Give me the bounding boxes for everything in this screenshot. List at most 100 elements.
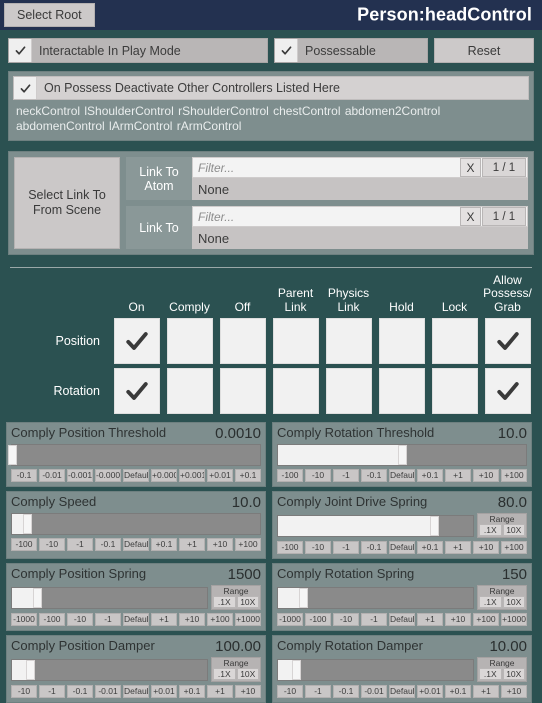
step-button-10[interactable]: -10 bbox=[277, 685, 303, 698]
step-button-10[interactable]: -10 bbox=[305, 469, 331, 482]
cell-position-comply[interactable] bbox=[166, 318, 213, 364]
step-button-01[interactable]: +0.1 bbox=[179, 685, 205, 698]
step-button-default[interactable]: Default bbox=[123, 685, 149, 698]
step-button-100[interactable]: +100 bbox=[501, 469, 527, 482]
slider-track[interactable] bbox=[277, 586, 474, 609]
slider-track[interactable] bbox=[277, 444, 527, 466]
step-button-1[interactable]: +1 bbox=[445, 469, 471, 482]
step-button-1[interactable]: -1 bbox=[39, 685, 65, 698]
slider-handle[interactable] bbox=[430, 515, 439, 536]
cell-rotation-off[interactable] bbox=[219, 368, 266, 414]
step-button-100[interactable]: -100 bbox=[305, 613, 331, 626]
slider-track[interactable] bbox=[277, 658, 474, 681]
step-button-001[interactable]: +0.01 bbox=[207, 469, 233, 482]
range-button-10x[interactable]: 10X bbox=[236, 596, 259, 608]
step-button-100[interactable]: -100 bbox=[11, 538, 37, 551]
step-button-1[interactable]: -1 bbox=[333, 541, 359, 554]
step-button-default[interactable]: Default bbox=[389, 541, 415, 554]
link-to-atom-filter-box[interactable]: X 1 / 1 bbox=[192, 157, 528, 178]
step-button-01[interactable]: -0.1 bbox=[67, 685, 93, 698]
step-button-1[interactable]: +1 bbox=[417, 613, 443, 626]
step-button-00001[interactable]: +0.0001 bbox=[151, 469, 177, 482]
step-button-0001[interactable]: -0.001 bbox=[67, 469, 93, 482]
select-link-to-from-scene-button[interactable]: Select Link To From Scene bbox=[14, 157, 120, 249]
step-button-01[interactable]: +0.1 bbox=[417, 541, 443, 554]
checkbox-on-possess-deactivate[interactable] bbox=[14, 77, 37, 99]
link-to-atom-page-indicator[interactable]: 1 / 1 bbox=[482, 158, 526, 177]
step-button-1[interactable]: -1 bbox=[67, 538, 93, 551]
step-button-default[interactable]: Default bbox=[123, 613, 149, 626]
range-button-1x[interactable]: .1X bbox=[479, 524, 502, 536]
slider-handle[interactable] bbox=[25, 659, 35, 680]
slider-value[interactable]: 1500 bbox=[228, 567, 261, 582]
link-to-atom-value[interactable]: None bbox=[192, 178, 528, 200]
step-button-10[interactable]: -10 bbox=[305, 541, 331, 554]
step-button-01[interactable]: +0.1 bbox=[417, 469, 443, 482]
step-button-default[interactable]: Default bbox=[389, 685, 415, 698]
step-button-1[interactable]: +1 bbox=[473, 685, 499, 698]
step-button-default[interactable]: Default bbox=[389, 469, 415, 482]
slider-handle[interactable] bbox=[291, 659, 301, 680]
step-button-01[interactable]: -0.1 bbox=[333, 685, 359, 698]
step-button-00001[interactable]: -0.0001 bbox=[95, 469, 121, 482]
step-button-default[interactable]: Default bbox=[123, 538, 149, 551]
range-button-10x[interactable]: 10X bbox=[502, 668, 525, 680]
interactable-in-play-mode-toggle[interactable]: Interactable In Play Mode bbox=[8, 38, 268, 63]
step-button-100[interactable]: +100 bbox=[207, 613, 233, 626]
step-button-1000[interactable]: +1000 bbox=[235, 613, 261, 626]
on-possess-deactivate-toggle[interactable]: On Possess Deactivate Other Controllers … bbox=[13, 76, 529, 100]
cell-rotation-allow-possess-grab[interactable] bbox=[484, 368, 531, 414]
cell-position-parent-link[interactable] bbox=[272, 318, 319, 364]
range-button-1x[interactable]: .1X bbox=[213, 668, 236, 680]
slider-value[interactable]: 10.0 bbox=[498, 426, 527, 441]
slider-handle[interactable] bbox=[8, 445, 17, 465]
cell-position-physics-link[interactable] bbox=[325, 318, 372, 364]
step-button-01[interactable]: -0.1 bbox=[361, 469, 387, 482]
cell-rotation-physics-link[interactable] bbox=[325, 368, 372, 414]
step-button-01[interactable]: +0.1 bbox=[235, 469, 261, 482]
cell-rotation-lock[interactable] bbox=[431, 368, 478, 414]
step-button-001[interactable]: -0.01 bbox=[361, 685, 387, 698]
step-button-01[interactable]: -0.1 bbox=[361, 541, 387, 554]
slider-track[interactable] bbox=[11, 586, 208, 609]
step-button-10[interactable]: +10 bbox=[473, 469, 499, 482]
slider-handle[interactable] bbox=[299, 587, 309, 608]
range-button-10x[interactable]: 10X bbox=[502, 524, 525, 536]
cell-rotation-hold[interactable] bbox=[378, 368, 425, 414]
step-button-1[interactable]: -1 bbox=[95, 613, 121, 626]
step-button-1000[interactable]: +1000 bbox=[501, 613, 527, 626]
possessable-toggle[interactable]: Possessable bbox=[274, 38, 428, 63]
step-button-10[interactable]: +10 bbox=[179, 613, 205, 626]
step-button-1[interactable]: -1 bbox=[305, 685, 331, 698]
cell-position-hold[interactable] bbox=[378, 318, 425, 364]
step-button-default[interactable]: Default bbox=[389, 613, 415, 626]
step-button-1[interactable]: +1 bbox=[445, 541, 471, 554]
step-button-001[interactable]: +0.01 bbox=[417, 685, 443, 698]
link-to-atom-filter-input[interactable] bbox=[193, 159, 460, 176]
step-button-default[interactable]: Default bbox=[123, 469, 149, 482]
slider-handle[interactable] bbox=[398, 445, 407, 465]
slider-track[interactable] bbox=[11, 513, 261, 535]
slider-value[interactable]: 150 bbox=[502, 567, 527, 582]
slider-value[interactable]: 80.0 bbox=[498, 495, 527, 510]
link-to-page-indicator[interactable]: 1 / 1 bbox=[482, 207, 526, 226]
select-root-button[interactable]: Select Root bbox=[4, 3, 95, 27]
reset-button[interactable]: Reset bbox=[434, 38, 534, 63]
link-to-value[interactable]: None bbox=[192, 227, 528, 249]
step-button-1000[interactable]: -1000 bbox=[277, 613, 303, 626]
step-button-10[interactable]: +10 bbox=[235, 685, 261, 698]
step-button-10[interactable]: -10 bbox=[67, 613, 93, 626]
link-to-atom-clear-button[interactable]: X bbox=[460, 158, 481, 177]
step-button-01[interactable]: -0.1 bbox=[11, 469, 37, 482]
step-button-10[interactable]: +10 bbox=[501, 685, 527, 698]
step-button-01[interactable]: +0.1 bbox=[151, 538, 177, 551]
step-button-01[interactable]: -0.1 bbox=[95, 538, 121, 551]
slider-track[interactable] bbox=[11, 658, 208, 681]
step-button-01[interactable]: +0.1 bbox=[445, 685, 471, 698]
range-button-1x[interactable]: .1X bbox=[479, 596, 502, 608]
cell-position-lock[interactable] bbox=[431, 318, 478, 364]
cell-rotation-on[interactable] bbox=[113, 368, 160, 414]
step-button-100[interactable]: +100 bbox=[473, 613, 499, 626]
step-button-1[interactable]: +1 bbox=[207, 685, 233, 698]
slider-value[interactable]: 10.00 bbox=[489, 639, 527, 654]
